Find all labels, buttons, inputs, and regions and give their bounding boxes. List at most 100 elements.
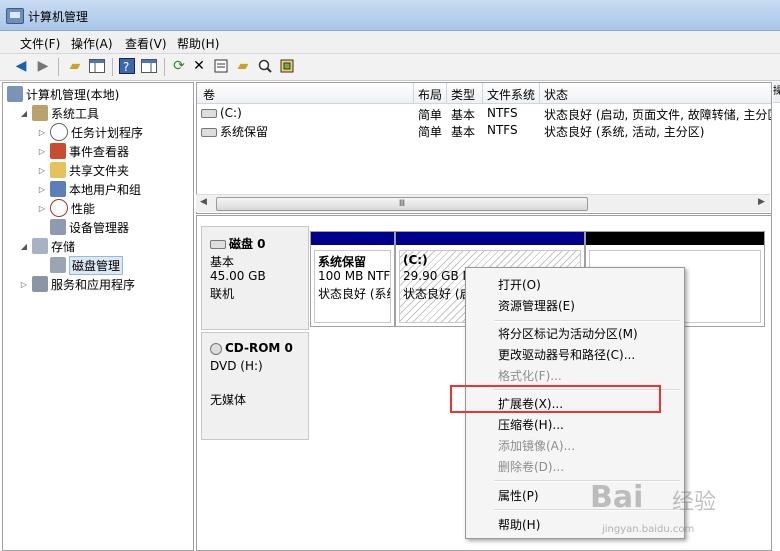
tree-label: 事件查看器: [69, 144, 130, 159]
open-folder-icon[interactable]: ▰: [234, 57, 252, 75]
volume-layout: 简单: [418, 125, 443, 139]
tree-label: 本地用户和组: [69, 182, 142, 197]
watermark-text: 经验: [672, 490, 717, 515]
tree-label-selected: 磁盘管理: [69, 255, 124, 275]
column-type[interactable]: 类型: [451, 86, 475, 103]
menu-help[interactable]: 帮助(H): [177, 35, 219, 52]
tree-device-manager[interactable]: 设备管理器: [50, 218, 129, 236]
tree-performance[interactable]: ▷ 性能: [37, 199, 95, 217]
partition-name: (C:): [403, 253, 428, 267]
collapse-icon[interactable]: ◢: [19, 242, 29, 251]
show-hide-tree-icon[interactable]: [88, 57, 106, 75]
unallocated-bar: [586, 232, 764, 245]
menu-item-change-letter[interactable]: 更改驱动器号和路径(C)...: [498, 346, 635, 363]
volume-layout: 简单: [418, 108, 443, 122]
expand-icon[interactable]: ▷: [37, 147, 47, 156]
column-volume[interactable]: 卷: [203, 86, 215, 103]
partition-system-reserved[interactable]: 系统保留 100 MB NTF 状态良好 (系统: [310, 231, 395, 327]
toolbar: ◀ ▶ ▰ ? ⟳ ✕ ▰: [0, 54, 780, 81]
menu-bar: 文件(F) 操作(A) 查看(V) 帮助(H): [0, 31, 780, 54]
menu-file[interactable]: 文件(F): [20, 35, 60, 52]
column-layout[interactable]: 布局: [418, 86, 442, 103]
volume-status: 状态良好 (启动, 页面文件, 故障转储, 主分区): [544, 108, 780, 122]
back-arrow-icon[interactable]: ◀: [12, 57, 30, 75]
menu-item-shrink-volume[interactable]: 压缩卷(H)...: [498, 416, 564, 433]
tree-shared-folders[interactable]: ▷ 共享文件夹: [37, 161, 129, 179]
menu-item-explorer[interactable]: 资源管理器(E): [498, 297, 575, 314]
properties-pane-icon[interactable]: [140, 57, 158, 75]
tree-services-apps[interactable]: ▷ 服务和应用程序: [19, 275, 135, 293]
menu-item-delete-volume: 删除卷(D)...: [498, 460, 565, 474]
tree-label: 共享文件夹: [69, 163, 130, 178]
menu-item-help[interactable]: 帮助(H): [498, 516, 540, 533]
volume-name: (C:): [220, 106, 242, 120]
actions-header: 操: [773, 82, 780, 103]
menu-item-mark-active[interactable]: 将分区标记为活动分区(M): [498, 325, 638, 342]
disk0-label[interactable]: 磁盘 0 基本 45.00 GB 联机: [201, 226, 309, 330]
scroll-left-icon[interactable]: ◀: [200, 197, 207, 207]
device-manager-icon: [50, 219, 66, 235]
refresh-icon[interactable]: ⟳: [170, 57, 188, 75]
volume-status: 状态良好 (系统, 活动, 主分区): [544, 125, 705, 139]
window-title: 计算机管理: [28, 10, 89, 24]
expand-icon[interactable]: ▷: [37, 204, 47, 213]
export-icon[interactable]: [278, 57, 296, 75]
tree-label: 系统工具: [51, 106, 100, 121]
tools-icon: [32, 105, 48, 121]
tree-storage[interactable]: ◢ 存储: [19, 237, 75, 255]
help-icon[interactable]: ?: [118, 57, 136, 75]
menu-view[interactable]: 查看(V): [125, 35, 167, 52]
scroll-right-icon[interactable]: ▶: [758, 197, 765, 207]
column-filesystem[interactable]: 文件系统: [487, 86, 535, 103]
forward-arrow-icon[interactable]: ▶: [34, 57, 52, 75]
horizontal-scrollbar[interactable]: ◀ Ⅲ ▶: [196, 194, 770, 212]
table-row[interactable]: 系统保留 简单 基本 NTFS 状态良好 (系统, 活动, 主分区): [197, 122, 771, 139]
menu-item-add-mirror: 添加镜像(A)...: [498, 439, 576, 453]
computer-management-icon: [6, 8, 24, 24]
scrollbar-thumb[interactable]: Ⅲ: [216, 197, 588, 211]
tree-disk-management[interactable]: 磁盘管理: [50, 255, 124, 275]
tree-local-users[interactable]: ▷ 本地用户和组: [37, 180, 141, 198]
volume-fs: NTFS: [487, 106, 518, 120]
event-viewer-icon: [50, 143, 66, 159]
disk-icon: [210, 240, 226, 249]
collapse-icon[interactable]: ◢: [19, 109, 29, 118]
tree-task-scheduler[interactable]: ▷ 任务计划程序: [37, 123, 143, 141]
tree-event-viewer[interactable]: ▷ 事件查看器: [37, 142, 129, 160]
tree-label: 性能: [71, 201, 96, 216]
computer-icon: [7, 86, 23, 102]
disk0-type: 基本: [210, 255, 235, 269]
volume-fs: NTFS: [487, 123, 518, 137]
tree-label: 设备管理器: [69, 220, 130, 235]
properties-icon[interactable]: [212, 57, 230, 75]
disk0-size: 45.00 GB: [210, 269, 266, 283]
menu-item-open[interactable]: 打开(O): [498, 276, 541, 293]
disk0-state: 联机: [210, 287, 235, 301]
users-icon: [50, 181, 66, 197]
highlight-box: [450, 385, 661, 413]
menu-action[interactable]: 操作(A): [71, 35, 113, 52]
cdrom0-label[interactable]: CD-ROM 0 DVD (H:) 无媒体: [201, 332, 309, 440]
expand-icon[interactable]: ▷: [37, 185, 47, 194]
tree-system-tools[interactable]: ◢ 系统工具: [19, 104, 99, 122]
volume-type: 基本: [451, 108, 476, 122]
column-status[interactable]: 状态: [544, 86, 568, 103]
tree-root[interactable]: 计算机管理(本地): [7, 85, 119, 103]
navigation-tree: 计算机管理(本地) ◢ 系统工具 ▷ 任务计划程序 ▷ 事件查看器 ▷ 共享文件…: [2, 82, 194, 551]
menu-item-properties[interactable]: 属性(P): [498, 487, 539, 504]
expand-icon[interactable]: ▷: [37, 128, 47, 137]
search-icon[interactable]: [256, 57, 274, 75]
watermark-logo: Bai: [590, 480, 644, 515]
expand-icon[interactable]: ▷: [19, 280, 29, 289]
tree-label: 服务和应用程序: [51, 277, 136, 292]
expand-icon[interactable]: ▷: [37, 166, 47, 175]
table-row[interactable]: (C:) 简单 基本 NTFS 状态良好 (启动, 页面文件, 故障转储, 主分…: [197, 105, 780, 122]
clock-icon: [50, 123, 68, 141]
drive-icon: [201, 128, 217, 137]
storage-icon: [32, 238, 48, 254]
cdrom0-media: 无媒体: [210, 393, 247, 407]
volume-name: 系统保留: [220, 125, 269, 139]
delete-icon[interactable]: ✕: [190, 57, 208, 75]
tree-label: 任务计划程序: [71, 125, 144, 140]
up-folder-icon[interactable]: ▰: [66, 57, 84, 75]
